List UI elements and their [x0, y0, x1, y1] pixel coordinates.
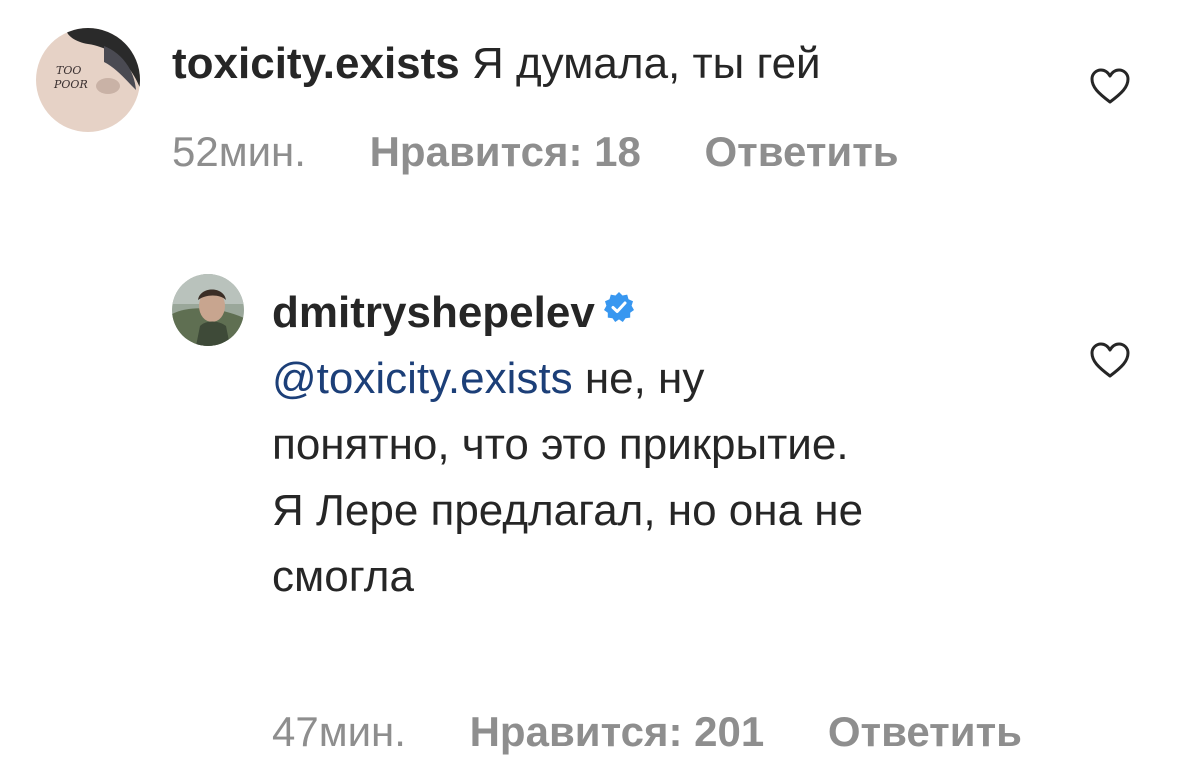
like-button[interactable] — [1088, 66, 1132, 106]
comment-time: 52мин. — [172, 128, 306, 175]
comment: TOO POOR toxicity.exists Я думала, ты ге… — [0, 0, 1200, 200]
comment-reply-button[interactable]: Ответить — [828, 706, 1022, 758]
heart-outline-icon — [1090, 342, 1130, 378]
comment-mention-link[interactable]: @toxicity.exists — [272, 354, 573, 403]
verified-badge-icon — [603, 291, 635, 323]
comment-username[interactable]: dmitryshepelev — [272, 288, 595, 337]
reply-comment: dmitryshepelev @toxicity.exists не, ну п… — [0, 250, 1200, 777]
comment-likes-button[interactable]: Нравится: 201 — [470, 706, 765, 758]
comment-text: dmitryshepelev @toxicity.exists не, ну п… — [272, 280, 872, 610]
like-button[interactable] — [1088, 340, 1132, 380]
comment-time: 47мин. — [272, 708, 406, 755]
comment-meta: 52мин. Нравится: 18 Ответить — [172, 126, 899, 178]
comment-reply-button[interactable]: Ответить — [705, 126, 899, 178]
comment-likes-button[interactable]: Нравится: 18 — [370, 126, 641, 178]
comment-text: toxicity.exists Я думала, ты гей — [172, 36, 821, 92]
avatar[interactable] — [172, 274, 244, 346]
comment-username[interactable]: toxicity.exists — [172, 39, 460, 88]
heart-outline-icon — [1090, 68, 1130, 104]
avatar[interactable]: TOO POOR — [36, 28, 140, 132]
avatar-tattoo-text: POOR — [53, 78, 88, 91]
comment-body: Я думала, ты гей — [472, 39, 821, 88]
avatar-tattoo-text: TOO — [56, 64, 81, 77]
comment-meta: 47мин. Нравится: 201 Ответить — [272, 706, 1022, 758]
